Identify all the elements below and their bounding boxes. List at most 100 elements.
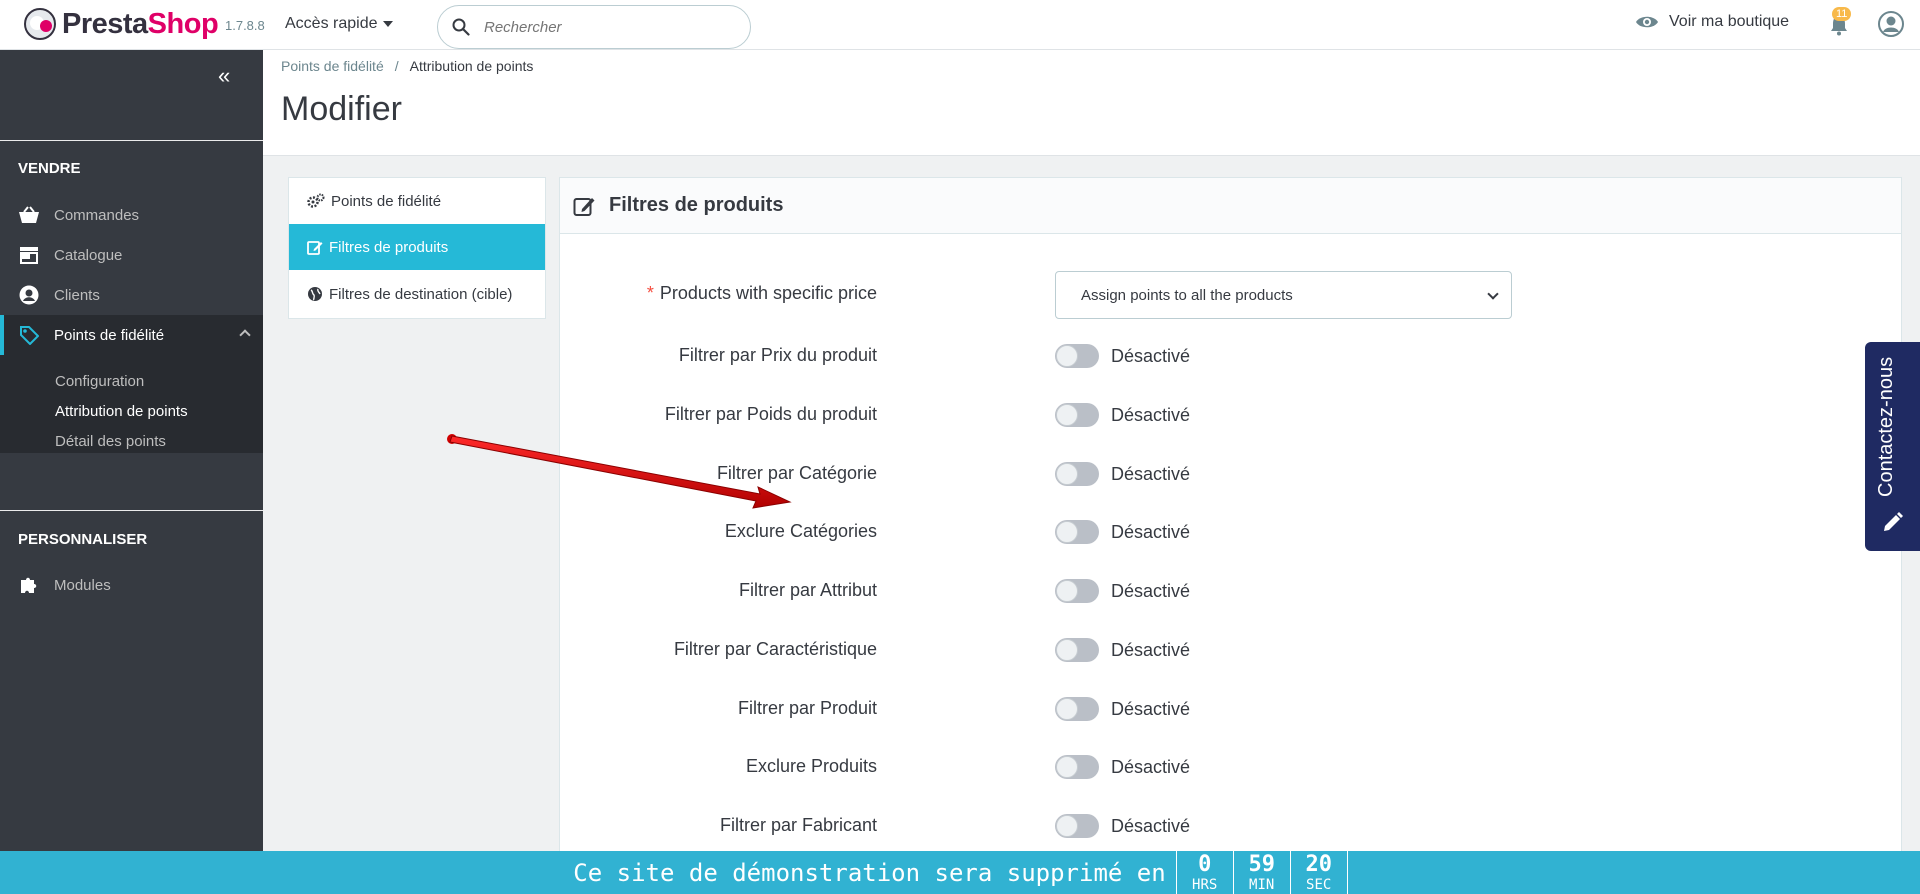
chevron-up-icon xyxy=(239,329,251,341)
basket-icon xyxy=(18,204,40,226)
filter-row: Exclure Produits Désactivé xyxy=(560,746,1901,786)
prestashop-logo[interactable]: PrestaShop xyxy=(24,7,219,41)
submenu-points-attribution[interactable]: Attribution de points xyxy=(55,403,188,420)
tab-product-filters[interactable]: Filtres de produits xyxy=(289,224,545,270)
filter-label: Filtrer par Poids du produit xyxy=(664,404,877,424)
sidebar-item-label: Modules xyxy=(54,576,111,594)
eye-icon xyxy=(1636,16,1658,28)
filter-row: Filtrer par Fabricant Désactivé xyxy=(560,805,1901,845)
countdown-seconds: 20 SEC xyxy=(1289,851,1348,894)
filter-label: Filtrer par Caractéristique xyxy=(673,639,877,659)
breadcrumb-current: Attribution de points xyxy=(409,58,534,74)
page-title: Modifier xyxy=(281,90,402,128)
sidebar-item-label: Points de fidélité xyxy=(54,326,165,344)
filter-toggle-switch[interactable] xyxy=(1055,755,1099,779)
sidebar-item-label: Catalogue xyxy=(54,246,123,264)
filter-toggle-switch[interactable] xyxy=(1055,579,1099,603)
search-input[interactable] xyxy=(484,18,724,36)
notification-badge: 11 xyxy=(1832,7,1852,21)
sidebar-item-label: Clients xyxy=(54,286,100,304)
globe-icon xyxy=(308,287,322,301)
sidebar-item-modules[interactable]: Modules xyxy=(0,565,263,605)
sidebar-item-orders[interactable]: Commandes xyxy=(0,195,263,235)
seconds-value: 20 xyxy=(1305,851,1332,877)
toggle-state-label: Désactivé xyxy=(1111,464,1191,484)
specific-price-value: Assign points to all the products xyxy=(1081,286,1293,304)
panel-title: Filtres de produits xyxy=(609,194,784,216)
demo-message: Ce site de démonstration sera supprimé e… xyxy=(573,858,1166,887)
tab-loyalty-points[interactable]: Points de fidélité xyxy=(289,178,545,224)
minutes-unit: MIN xyxy=(1249,876,1275,893)
demo-countdown-bar: Ce site de démonstration sera supprimé e… xyxy=(0,851,1920,894)
top-header: PrestaShop 1.7.8.8 Accès rapide Voir ma … xyxy=(0,0,1920,50)
quick-access-label: Accès rapide xyxy=(285,15,378,32)
toggle-state-label: Désactivé xyxy=(1111,816,1191,836)
sidebar-item-catalog[interactable]: Catalogue xyxy=(0,235,263,275)
user-icon xyxy=(18,284,40,306)
collapse-sidebar-icon[interactable]: « xyxy=(218,63,230,89)
toggle-state-label: Désactivé xyxy=(1111,581,1191,601)
view-shop-label: Voir ma boutique xyxy=(1669,13,1790,30)
submenu-points-detail[interactable]: Détail des points xyxy=(55,433,166,450)
cogs-icon xyxy=(307,193,325,208)
toggle-state-label: Désactivé xyxy=(1111,522,1191,542)
filter-toggle-switch[interactable] xyxy=(1055,462,1099,486)
tag-icon xyxy=(18,324,40,346)
filter-toggle-switch[interactable] xyxy=(1055,520,1099,544)
submenu-configuration[interactable]: Configuration xyxy=(55,373,144,390)
red-arrow-annotation xyxy=(447,434,792,509)
filter-row: Filtrer par Produit Désactivé xyxy=(560,688,1901,728)
edit-icon xyxy=(573,197,595,216)
toggle-state-label: Désactivé xyxy=(1111,346,1191,366)
pencil-icon xyxy=(1884,512,1903,531)
filter-toggle-switch[interactable] xyxy=(1055,814,1099,838)
filter-toggle-switch[interactable] xyxy=(1055,638,1099,662)
filter-toggle-switch[interactable] xyxy=(1055,344,1099,368)
sidebar-item-loyalty-points[interactable]: Points de fidélité xyxy=(0,315,263,355)
toggle-state-label: Désactivé xyxy=(1111,699,1191,719)
filter-toggle-switch[interactable] xyxy=(1055,403,1099,427)
panel-header: Filtres de produits xyxy=(560,178,1901,234)
filter-row: Filtrer par Prix du produit Désactivé xyxy=(560,335,1901,375)
form-row-specific-price: * Products with specific price Assign poi… xyxy=(560,271,1901,319)
user-account-icon[interactable] xyxy=(1878,11,1904,37)
view-shop-link[interactable]: Voir ma boutique xyxy=(1635,13,1789,31)
product-filters-panel: Filtres de produits * Products with speci… xyxy=(559,177,1902,894)
breadcrumb-parent[interactable]: Points de fidélité xyxy=(281,58,384,74)
specific-price-select[interactable]: Assign points to all the products xyxy=(1055,271,1512,319)
breadcrumb: Points de fidélité / Attribution de points xyxy=(281,58,533,74)
filter-label: Filtrer par Attribut xyxy=(738,580,877,600)
quick-access-dropdown[interactable]: Accès rapide xyxy=(285,15,393,33)
search-box[interactable] xyxy=(437,5,751,49)
countdown-timer: 0 HRS 59 MIN 20 SEC xyxy=(1175,851,1348,894)
tab-label: Filtres de destination (cible) xyxy=(329,285,513,303)
filter-label: Exclure Produits xyxy=(745,756,877,776)
countdown-hours: 0 HRS xyxy=(1175,851,1234,894)
specific-price-label-text: Products with specific price xyxy=(659,283,877,303)
toggle-state-label: Désactivé xyxy=(1111,405,1191,425)
hours-value: 0 xyxy=(1198,851,1212,877)
breadcrumb-separator: / xyxy=(394,58,399,74)
page-header: Points de fidélité / Attribution de points… xyxy=(263,50,1920,156)
puzzle-icon xyxy=(18,574,40,596)
tab-label: Points de fidélité xyxy=(331,192,442,210)
filter-label: Filtrer par Produit xyxy=(737,698,877,718)
contact-us-tab[interactable]: Contactez-nous xyxy=(1865,342,1920,551)
section-sell: VENDRE xyxy=(18,160,81,177)
filter-toggle-switch[interactable] xyxy=(1055,697,1099,721)
caret-down-icon xyxy=(382,21,393,27)
sidebar-item-customers[interactable]: Clients xyxy=(0,275,263,315)
search-icon[interactable] xyxy=(452,18,470,36)
sidebar-divider xyxy=(0,510,263,511)
chevron-down-icon xyxy=(1487,288,1499,300)
filter-row: Filtrer par Attribut Désactivé xyxy=(560,570,1901,610)
filter-label: Filtrer par Fabricant xyxy=(719,815,877,835)
section-customize: PERSONNALISER xyxy=(18,531,148,548)
form-tabs: Points de fidélité Filtres de produits F… xyxy=(288,177,546,319)
puffin-logo-icon xyxy=(24,8,56,40)
sidebar-submenu: Configuration Attribution de points Déta… xyxy=(0,355,263,453)
store-icon xyxy=(18,244,40,266)
filter-row: Filtrer par Caractéristique Désactivé xyxy=(560,629,1901,669)
filter-label: Filtrer par Prix du produit xyxy=(678,345,877,365)
tab-destination-filters[interactable]: Filtres de destination (cible) xyxy=(289,271,545,317)
